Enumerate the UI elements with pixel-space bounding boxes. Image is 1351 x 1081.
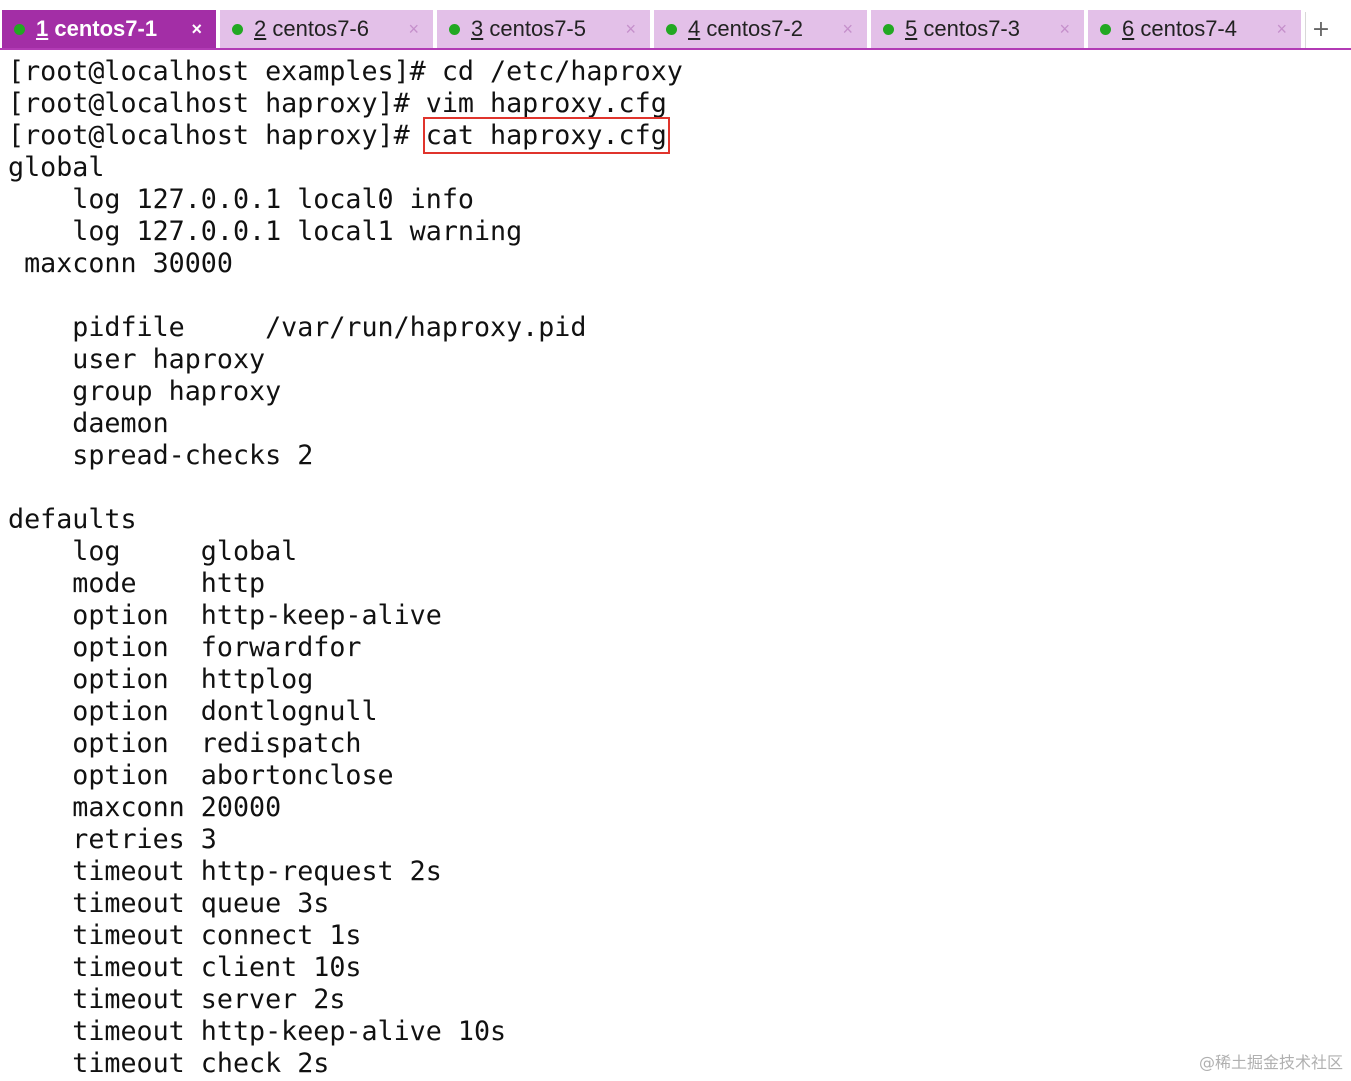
- close-tab-icon[interactable]: ×: [842, 10, 853, 48]
- shell-command: cd /etc/haproxy: [441, 56, 683, 87]
- tab-number: 6: [1122, 16, 1135, 41]
- connected-status-icon: [449, 24, 460, 35]
- shell-prompt: [root@localhost haproxy]#: [8, 120, 426, 151]
- tab-name: centos7-1: [54, 16, 158, 41]
- tab-label: 3 centos7-5: [471, 10, 586, 48]
- tab-number: 3: [471, 16, 484, 41]
- terminal-output[interactable]: [root@localhost examples]# cd /etc/hapro…: [8, 56, 1348, 1081]
- output-line: log 127.0.0.1 local1 warning: [8, 216, 523, 247]
- output-line: defaults: [8, 504, 137, 535]
- shell-prompt: [root@localhost examples]#: [8, 56, 442, 87]
- tab-label: 1 centos7-1: [36, 10, 157, 48]
- output-line: spread-checks 2: [8, 440, 314, 471]
- tab-label: 6 centos7-4: [1122, 10, 1237, 48]
- terminal-prompt-line: [root@localhost haproxy]# cat haproxy.cf…: [8, 117, 1348, 154]
- output-line: timeout http-request 2s: [8, 856, 442, 887]
- close-tab-icon[interactable]: ×: [1276, 10, 1287, 48]
- tab-label: 2 centos7-6: [254, 10, 369, 48]
- output-line: retries 3: [8, 824, 217, 855]
- output-line: user haproxy: [8, 344, 266, 375]
- output-line: option redispatch: [8, 728, 362, 759]
- output-line: daemon: [8, 408, 169, 439]
- output-line: maxconn 20000: [8, 792, 282, 823]
- output-line: option httplog: [8, 664, 314, 695]
- output-line: global: [8, 152, 105, 183]
- tab-bar: 1 centos7-1 × 2 centos7-6 × 3 centos7-5 …: [0, 0, 1351, 50]
- tab-name: centos7-4: [1140, 16, 1237, 41]
- connected-status-icon: [232, 24, 243, 35]
- output-line: option abortonclose: [8, 760, 394, 791]
- output-line: log 127.0.0.1 local0 info: [8, 184, 474, 215]
- tab-number: 2: [254, 16, 267, 41]
- output-line: log global: [8, 536, 298, 567]
- watermark: @稀土掘金技术社区: [1198, 1053, 1343, 1072]
- close-tab-icon[interactable]: ×: [1059, 10, 1070, 48]
- tab-session-6[interactable]: 6 centos7-4 ×: [1088, 10, 1303, 48]
- output-line: timeout server 2s: [8, 984, 346, 1015]
- output-line: option http-keep-alive: [8, 600, 442, 631]
- tab-number: 1: [36, 16, 49, 41]
- tab-number: 4: [688, 16, 701, 41]
- output-line: timeout http-keep-alive 10s: [8, 1016, 507, 1047]
- shell-command: vim haproxy.cfg: [425, 88, 667, 119]
- command-output: global log 127.0.0.1 local0 info log 127…: [8, 152, 1348, 1080]
- output-line: maxconn 30000: [8, 248, 233, 279]
- tab-label: 4 centos7-2: [688, 10, 803, 48]
- tab-session-3[interactable]: 3 centos7-5 ×: [437, 10, 652, 48]
- output-line: timeout check 2s: [8, 1048, 330, 1079]
- new-tab-icon[interactable]: +: [1305, 12, 1336, 48]
- tab-name: centos7-6: [272, 16, 369, 41]
- output-line: pidfile /var/run/haproxy.pid: [8, 312, 587, 343]
- terminal-prompt-line: [root@localhost examples]# cd /etc/hapro…: [8, 56, 1348, 88]
- output-line: timeout queue 3s: [8, 888, 330, 919]
- output-line: timeout connect 1s: [8, 920, 362, 951]
- tab-session-5[interactable]: 5 centos7-3 ×: [871, 10, 1086, 48]
- tab-label: 5 centos7-3: [905, 10, 1020, 48]
- terminal-prompt-line: [root@localhost haproxy]# vim haproxy.cf…: [8, 88, 1348, 120]
- tab-session-4[interactable]: 4 centos7-2 ×: [654, 10, 869, 48]
- output-line: mode http: [8, 568, 266, 599]
- highlighted-command: cat haproxy.cfg: [422, 117, 670, 154]
- connected-status-icon: [883, 24, 894, 35]
- tab-name: centos7-3: [923, 16, 1020, 41]
- close-tab-icon[interactable]: ×: [625, 10, 636, 48]
- output-line: group haproxy: [8, 376, 282, 407]
- close-tab-icon[interactable]: ×: [408, 10, 419, 48]
- close-tab-icon[interactable]: ×: [191, 10, 202, 48]
- output-line: timeout client 10s: [8, 952, 362, 983]
- output-line: option forwardfor: [8, 632, 362, 663]
- tab-session-2[interactable]: 2 centos7-6 ×: [220, 10, 435, 48]
- connected-status-icon: [1100, 24, 1111, 35]
- tab-name: centos7-5: [489, 16, 586, 41]
- connected-status-icon: [666, 24, 677, 35]
- shell-prompt: [root@localhost haproxy]#: [8, 88, 426, 119]
- output-line: option dontlognull: [8, 696, 378, 727]
- tab-session-1[interactable]: 1 centos7-1 ×: [2, 10, 218, 48]
- tab-number: 5: [905, 16, 918, 41]
- tab-name: centos7-2: [706, 16, 803, 41]
- connected-status-icon: [14, 24, 25, 35]
